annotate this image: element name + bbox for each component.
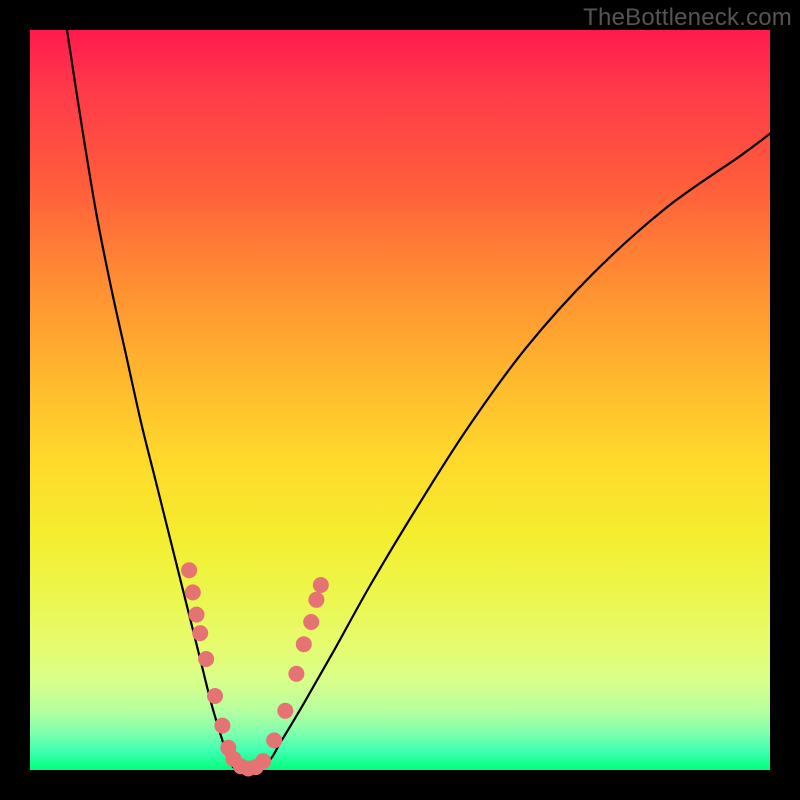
chart-svg [30, 30, 770, 770]
curve-marker [266, 732, 282, 748]
curve-marker [181, 562, 197, 578]
watermark-text: TheBottleneck.com [583, 4, 792, 32]
curve-marker [288, 666, 304, 682]
curve-marker [255, 753, 271, 769]
chart-stage: TheBottleneck.com [0, 0, 800, 800]
curve-marker [189, 607, 205, 623]
curve-marker [214, 718, 230, 734]
bottleneck-curve [67, 30, 770, 770]
curve-marker [185, 584, 201, 600]
curve-marker [313, 577, 329, 593]
curve-marker [192, 625, 208, 641]
curve-marker [303, 614, 319, 630]
curve-marker [198, 651, 214, 667]
curve-marker [308, 592, 324, 608]
plot-area [30, 30, 770, 770]
curve-marker [277, 703, 293, 719]
curve-marker [296, 636, 312, 652]
curve-marker [207, 688, 223, 704]
